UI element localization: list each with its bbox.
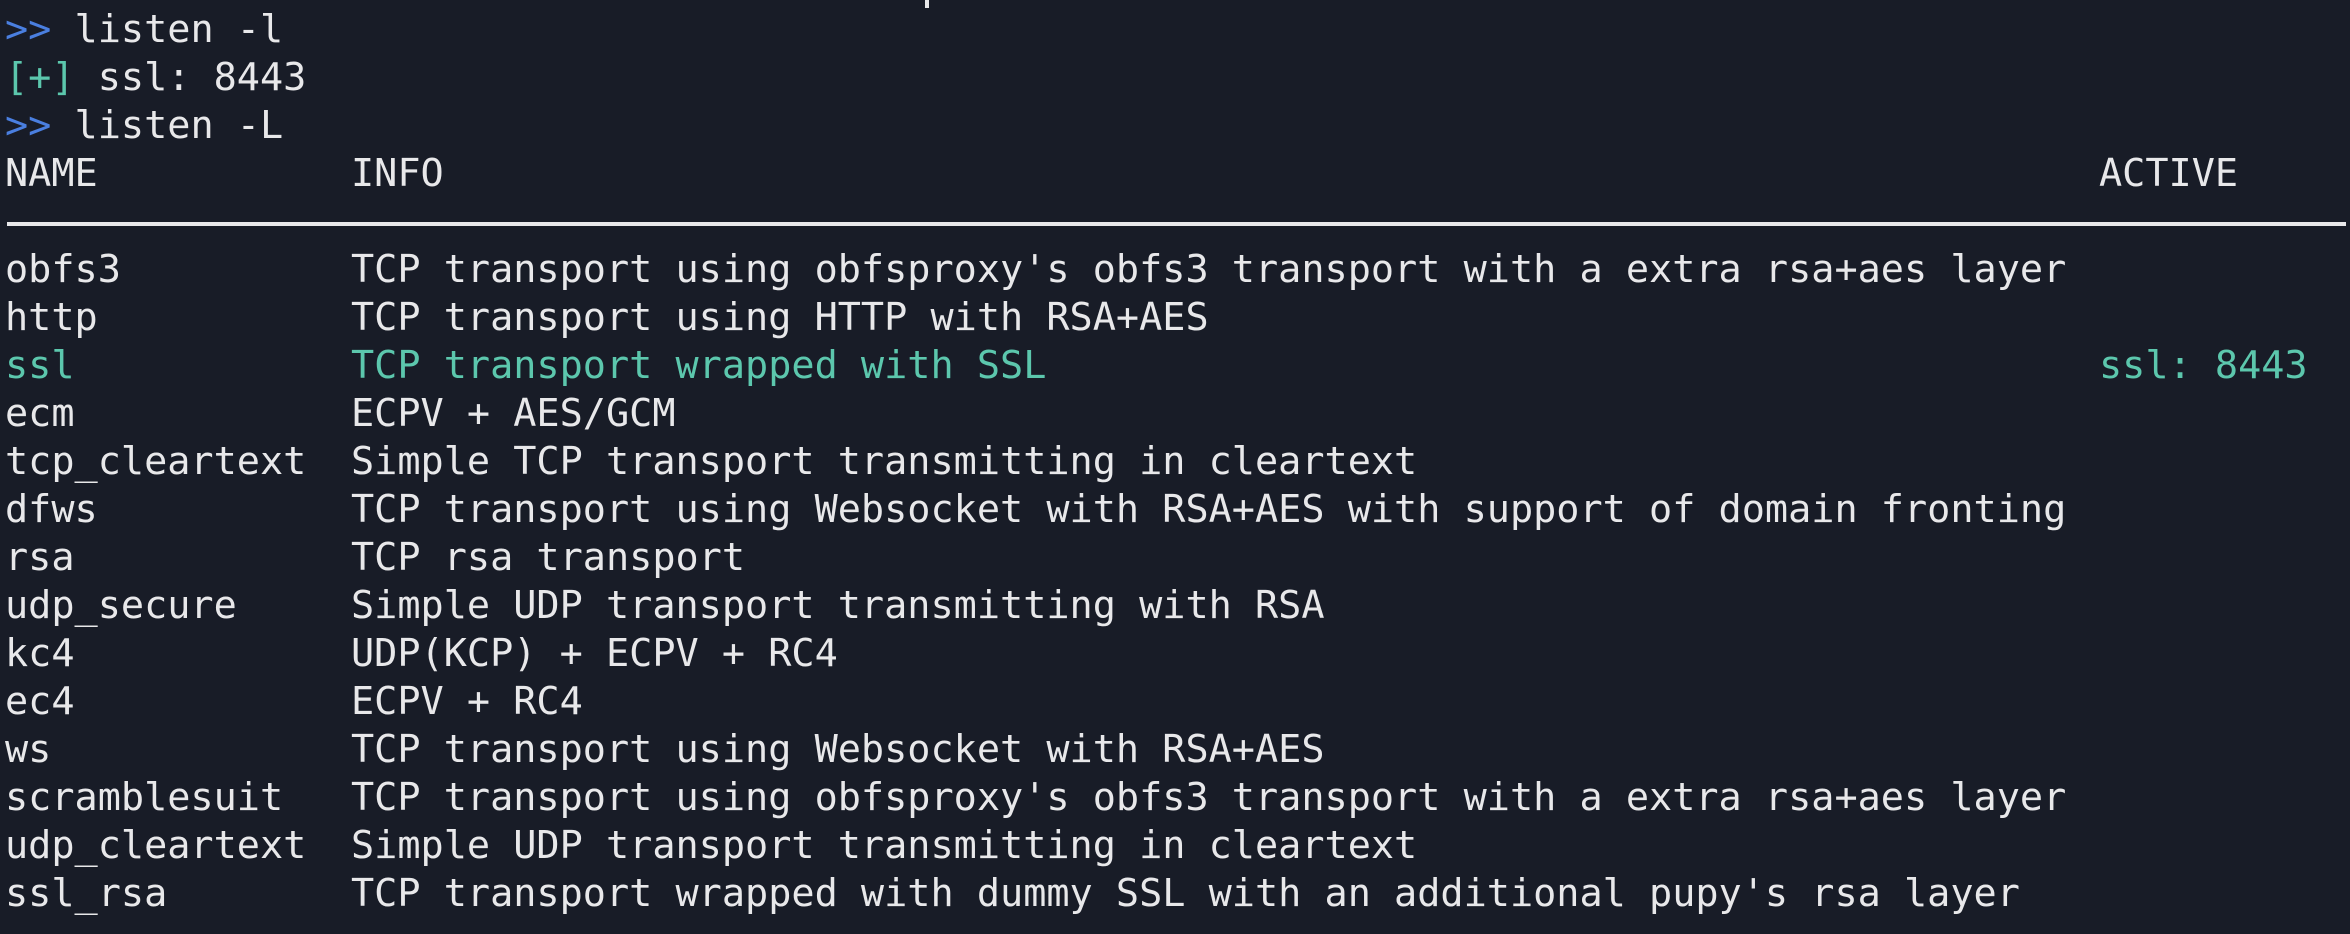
- active-cell: ssl: 8443: [2099, 343, 2308, 388]
- name-cell: tcp_cleartext: [5, 439, 307, 484]
- name-cell: rsa: [5, 535, 75, 580]
- info-cell: TCP transport using Websocket with RSA+A…: [351, 727, 1325, 772]
- command-text: listen -l: [74, 7, 284, 52]
- name-cell: udp_cleartext: [5, 823, 307, 868]
- info-cell: ECPV + RC4: [351, 679, 583, 724]
- cut-off-previous-line: [925, 0, 929, 8]
- header-divider: [7, 222, 2346, 226]
- table-row: ssl_rsa TCP transport wrapped with dummy …: [0, 870, 2350, 918]
- info-cell: TCP rsa transport: [351, 535, 746, 580]
- table-row: tcp_cleartext Simple TCP transport transm…: [0, 438, 2350, 486]
- table-row: scramblesuit TCP transport using obfsprox…: [0, 774, 2350, 822]
- name-cell: http: [5, 295, 98, 340]
- table-row: obfs3 TCP transport using obfsproxy's obf…: [0, 246, 2350, 294]
- prompt-icon: >>: [5, 7, 52, 52]
- info-cell: TCP transport using obfsproxy's obfs3 tr…: [351, 775, 2067, 820]
- name-cell: ssl: [5, 343, 75, 388]
- info-cell: TCP transport using obfsproxy's obfs3 tr…: [351, 247, 2067, 292]
- name-cell: udp_secure: [5, 583, 237, 628]
- table-row: http TCP transport using HTTP with RSA+AE…: [0, 294, 2350, 342]
- info-cell: TCP transport using HTTP with RSA+AES: [351, 295, 1209, 340]
- name-cell: ssl_rsa: [5, 871, 168, 916]
- header-name: NAME: [5, 151, 98, 196]
- prompt-icon: >>: [5, 103, 52, 148]
- command-line: >> listen -l: [5, 6, 283, 54]
- table-row: kc4 UDP(KCP) + ECPV + RC4: [0, 630, 2350, 678]
- name-cell: ecm: [5, 391, 75, 436]
- header-info: INFO: [351, 151, 444, 196]
- name-cell: obfs3: [5, 247, 121, 292]
- name-cell: scramblesuit: [5, 775, 284, 820]
- table-row: ssl TCP transport wrapped with SSL ssl: 84…: [0, 342, 2350, 390]
- info-cell: UDP(KCP) + ECPV + RC4: [351, 631, 838, 676]
- name-cell: ec4: [5, 679, 75, 724]
- table-row: udp_cleartext Simple UDP transport transm…: [0, 822, 2350, 870]
- info-cell: TCP transport wrapped with SSL: [351, 343, 1047, 388]
- name-cell: dfws: [5, 487, 98, 532]
- name-cell: kc4: [5, 631, 75, 676]
- info-cell: ECPV + AES/GCM: [351, 391, 676, 436]
- info-cell: Simple UDP transport transmitting in cle…: [351, 823, 1418, 868]
- table-row: dfws TCP transport using Websocket with R…: [0, 486, 2350, 534]
- info-cell: Simple UDP transport transmitting with R…: [351, 583, 1325, 628]
- table-header: NAME INFO ACTIVE: [0, 150, 2350, 198]
- header-active: ACTIVE: [2099, 151, 2239, 196]
- status-text: ssl: 8443: [97, 55, 307, 100]
- status-line: [+] ssl: 8443: [5, 54, 306, 102]
- table-row: rsa TCP rsa transport: [0, 534, 2350, 582]
- table-row: udp_secure Simple UDP transport transmitt…: [0, 582, 2350, 630]
- info-cell: TCP transport using Websocket with RSA+A…: [351, 487, 2067, 532]
- success-marker: [+]: [5, 55, 75, 100]
- name-cell: ws: [5, 727, 52, 772]
- table-row: ws TCP transport using Websocket with RSA…: [0, 726, 2350, 774]
- table-row: ecm ECPV + AES/GCM: [0, 390, 2350, 438]
- table-row: ec4 ECPV + RC4: [0, 678, 2350, 726]
- info-cell: TCP transport wrapped with dummy SSL wit…: [351, 871, 2020, 916]
- command-text: listen -L: [74, 103, 284, 148]
- info-cell: Simple TCP transport transmitting in cle…: [351, 439, 1418, 484]
- command-line: >> listen -L: [5, 102, 283, 150]
